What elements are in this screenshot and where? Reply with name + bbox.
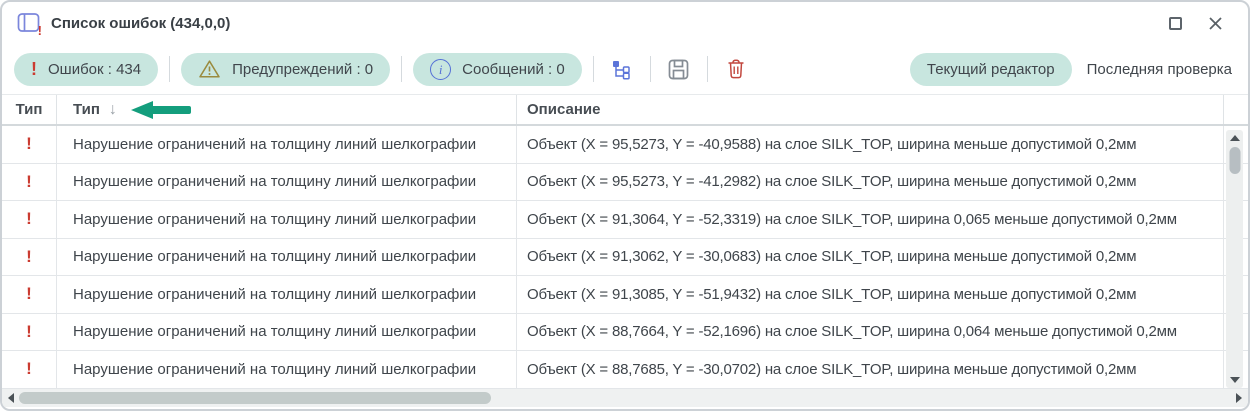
vertical-scrollbar-thumb[interactable] bbox=[1229, 147, 1240, 174]
info-circle-icon: i bbox=[430, 58, 452, 80]
column-header-type[interactable]: Тип ↓ bbox=[57, 95, 517, 124]
row-type-cell: Нарушение ограничений на толщину линий ш… bbox=[57, 238, 517, 275]
horizontal-scrollbar[interactable] bbox=[2, 389, 1248, 407]
row-error-icon: ! bbox=[2, 163, 57, 200]
toolbar: ! Ошибок : 434 Предупреждений : 0 i Сооб… bbox=[2, 44, 1248, 94]
toolbar-separator bbox=[401, 56, 403, 82]
error-list-panel-icon: ! bbox=[17, 12, 42, 38]
row-description-cell: Объект (X = 88,7664, Y = -52,1696) на сл… bbox=[517, 313, 1224, 350]
column-header-label: Описание bbox=[527, 101, 601, 118]
row-type-cell: Нарушение ограничений на толщину линий ш… bbox=[57, 201, 517, 238]
error-exclamation-icon: ! bbox=[31, 59, 37, 79]
tree-structure-icon bbox=[613, 60, 630, 79]
error-badge-overlay-icon: ! bbox=[37, 23, 42, 38]
column-header-type-icon[interactable]: Тип bbox=[2, 95, 57, 124]
save-button[interactable] bbox=[662, 52, 696, 86]
annotation-arrow-icon bbox=[130, 100, 191, 120]
maximize-icon bbox=[1168, 16, 1182, 30]
save-icon bbox=[668, 59, 689, 79]
tree-view-button[interactable] bbox=[605, 52, 639, 86]
vertical-scrollbar[interactable] bbox=[1226, 130, 1243, 388]
maximize-button[interactable] bbox=[1160, 8, 1190, 38]
table-row[interactable]: ! Нарушение ограничений на толщину линий… bbox=[2, 351, 1248, 389]
column-header-description[interactable]: Описание bbox=[517, 95, 1224, 124]
errors-count-label: Ошибок : 434 bbox=[48, 60, 142, 78]
row-description-cell: Объект (X = 91,3062, Y = -30,0683) на сл… bbox=[517, 238, 1224, 275]
column-header-label: Тип bbox=[15, 101, 43, 118]
row-description-cell: Объект (X = 95,5273, Y = -40,9588) на сл… bbox=[517, 126, 1224, 163]
toolbar-separator bbox=[592, 56, 594, 82]
toolbar-separator bbox=[169, 56, 171, 82]
messages-count-label: Сообщений : 0 bbox=[462, 60, 565, 78]
delete-button[interactable] bbox=[719, 52, 753, 86]
source-toggle: Текущий редактор Последняя проверка bbox=[909, 52, 1232, 86]
messages-count-badge[interactable]: i Сообщений : 0 bbox=[413, 52, 582, 86]
row-description-cell: Объект (X = 95,5273, Y = -41,2982) на сл… bbox=[517, 163, 1224, 200]
row-error-icon: ! bbox=[2, 313, 57, 350]
warnings-count-badge[interactable]: Предупреждений : 0 bbox=[181, 52, 391, 86]
scroll-up-icon[interactable] bbox=[1229, 135, 1240, 141]
row-description-cell: Объект (X = 91,3085, Y = -51,9432) на сл… bbox=[517, 276, 1224, 313]
table-row[interactable]: ! Нарушение ограничений на толщину линий… bbox=[2, 126, 1248, 164]
close-button[interactable] bbox=[1200, 8, 1230, 38]
table-row[interactable]: ! Нарушение ограничений на толщину линий… bbox=[2, 276, 1248, 314]
row-error-icon: ! bbox=[2, 126, 57, 163]
row-type-cell: Нарушение ограничений на толщину линий ш… bbox=[57, 276, 517, 313]
table-row[interactable]: ! Нарушение ограничений на толщину линий… bbox=[2, 163, 1248, 201]
column-header-label: Тип bbox=[73, 101, 100, 118]
horizontal-scrollbar-thumb[interactable] bbox=[19, 392, 491, 404]
scroll-down-icon[interactable] bbox=[1229, 377, 1240, 383]
titlebar: ! Список ошибок (434,0,0) bbox=[2, 2, 1248, 44]
table-row[interactable]: ! Нарушение ограничений на толщину линий… bbox=[2, 201, 1248, 239]
row-type-cell: Нарушение ограничений на толщину линий ш… bbox=[57, 126, 517, 163]
error-table-body: ! Нарушение ограничений на толщину линий… bbox=[2, 126, 1248, 389]
warning-triangle-icon bbox=[199, 60, 220, 78]
error-list-window: ! Список ошибок (434,0,0) ! Ошибок : 434 bbox=[0, 0, 1250, 411]
row-error-icon: ! bbox=[2, 276, 57, 313]
table-row[interactable]: ! Нарушение ограничений на толщину линий… bbox=[2, 238, 1248, 276]
close-icon bbox=[1208, 16, 1222, 30]
row-type-cell: Нарушение ограничений на толщину линий ш… bbox=[57, 163, 517, 200]
window-title: Список ошибок (434,0,0) bbox=[51, 14, 231, 32]
current-editor-toggle[interactable]: Текущий редактор bbox=[909, 52, 1072, 86]
table-header: Тип Тип ↓ Описание bbox=[2, 94, 1248, 126]
row-description-cell: Объект (X = 91,3064, Y = -52,3319) на сл… bbox=[517, 201, 1224, 238]
toolbar-separator bbox=[649, 56, 651, 82]
warnings-count-label: Предупреждений : 0 bbox=[232, 60, 374, 78]
toolbar-separator bbox=[706, 56, 708, 82]
row-error-icon: ! bbox=[2, 351, 57, 388]
row-error-icon: ! bbox=[2, 238, 57, 275]
row-description-cell: Объект (X = 88,7685, Y = -30,0702) на сл… bbox=[517, 351, 1224, 388]
table-row[interactable]: ! Нарушение ограничений на толщину линий… bbox=[2, 313, 1248, 351]
sort-descending-icon: ↓ bbox=[108, 100, 117, 118]
row-type-cell: Нарушение ограничений на толщину линий ш… bbox=[57, 313, 517, 350]
row-error-icon: ! bbox=[2, 201, 57, 238]
row-type-cell: Нарушение ограничений на толщину линий ш… bbox=[57, 351, 517, 388]
trash-icon bbox=[728, 59, 744, 79]
scroll-right-icon[interactable] bbox=[1236, 393, 1242, 403]
scroll-left-icon[interactable] bbox=[8, 393, 14, 403]
last-check-toggle[interactable]: Последняя проверка bbox=[1087, 61, 1232, 78]
errors-count-badge[interactable]: ! Ошибок : 434 bbox=[14, 52, 159, 86]
